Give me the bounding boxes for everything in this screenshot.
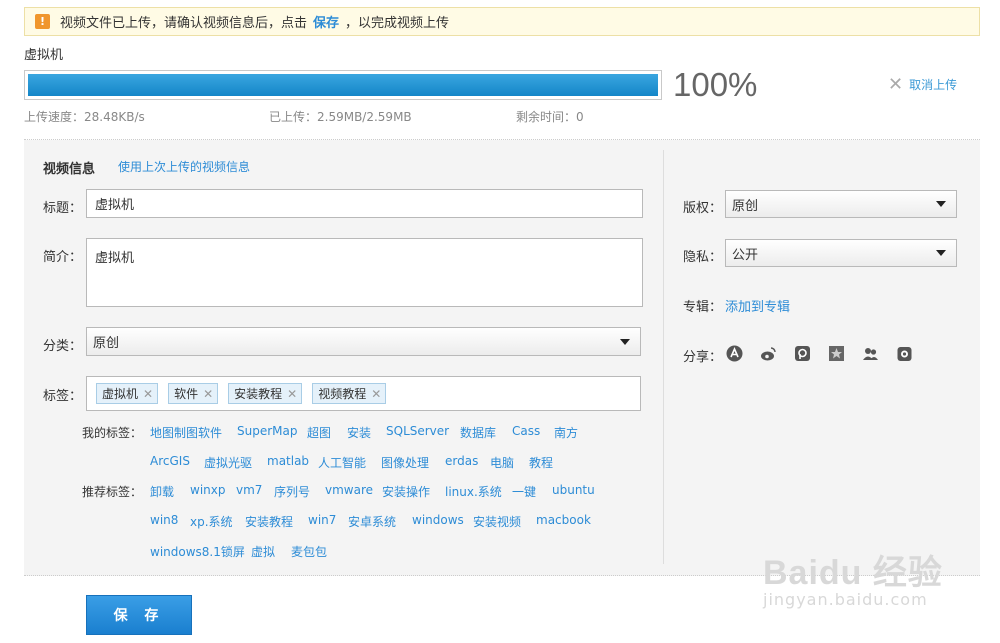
privacy-select[interactable]: 公开 <box>725 239 957 267</box>
my-tag-link[interactable]: erdas <box>445 454 478 468</box>
uploaded-size: 已上传：2.59MB/2.59MB <box>269 110 412 124</box>
recommended-tag-link[interactable]: winxp <box>190 483 225 497</box>
weibo-icon[interactable] <box>760 345 777 362</box>
tag-chip: 软件 ✕ <box>168 383 219 404</box>
file-name: 虚拟机 <box>24 48 64 63</box>
tags-label: 标签： <box>43 389 83 404</box>
recommended-tag-link[interactable]: windows8.1锁屏 <box>150 543 245 560</box>
copyright-value: 原创 <box>732 198 759 214</box>
notice-bar: ! 视频文件已上传，请确认视频信息后，点击 保存 ，以完成视频上传 <box>24 7 980 36</box>
upload-speed: 上传速度：28.48KB/s <box>24 110 145 124</box>
share-site-icon[interactable] <box>726 345 743 362</box>
recommended-tag-link[interactable]: macbook <box>536 513 591 527</box>
my-tag-link[interactable]: 安装 <box>347 424 371 441</box>
cancel-upload-label: 取消上传 <box>909 78 958 92</box>
recommended-tag-link[interactable]: 虚拟 <box>251 543 275 560</box>
my-tag-link[interactable]: 数据库 <box>460 424 496 441</box>
recommended-tag-link[interactable]: 安装教程 <box>245 513 293 530</box>
pengyou-icon[interactable] <box>794 345 811 362</box>
remove-tag-icon[interactable]: ✕ <box>371 387 381 401</box>
chevron-down-icon <box>936 250 946 256</box>
kaixin-icon[interactable] <box>896 345 913 362</box>
warning-icon: ! <box>35 14 50 29</box>
my-tag-link[interactable]: SQLServer <box>386 424 449 438</box>
progress-bar <box>24 70 662 100</box>
recommended-tag-link[interactable]: 安装操作 <box>382 483 430 500</box>
privacy-label: 隐私： <box>683 250 723 265</box>
my-tag-link[interactable]: 南方 <box>554 424 578 441</box>
copyright-label: 版权： <box>683 201 723 216</box>
recommended-tag-link[interactable]: 序列号 <box>274 483 310 500</box>
my-tag-link[interactable]: matlab <box>267 454 309 468</box>
recommended-tag-link[interactable]: 麦包包 <box>291 543 327 560</box>
my-tag-link[interactable]: 图像处理 <box>381 454 429 471</box>
my-tag-link[interactable]: 教程 <box>529 454 553 471</box>
cancel-upload-button[interactable]: ✕ 取消上传 <box>888 73 958 95</box>
album-label: 专辑： <box>683 300 723 315</box>
my-tags-label: 我的标签： <box>82 426 143 440</box>
recommended-tag-link[interactable]: win7 <box>308 513 336 527</box>
remaining-time: 剩余时间：0 <box>516 110 584 124</box>
category-label: 分类： <box>43 339 83 354</box>
tag-chip: 视频教程 ✕ <box>312 383 387 404</box>
recommended-tag-link[interactable]: 安装视频 <box>473 513 521 530</box>
notice-text: 视频文件已上传，请确认视频信息后，点击 保存 ，以完成视频上传 <box>60 16 450 31</box>
baidu-jingyan-watermark: Baidu 经验 jingyan.baidu.com <box>763 545 943 609</box>
privacy-value: 公开 <box>732 247 759 263</box>
title-input[interactable]: 虚拟机 <box>86 189 643 218</box>
recommended-tag-link[interactable]: ubuntu <box>552 483 595 497</box>
save-button[interactable]: 保 存 <box>86 595 192 635</box>
use-last-info-link[interactable]: 使用上次上传的视频信息 <box>118 158 250 175</box>
progress-percent: 100% <box>673 66 758 103</box>
my-tag-link[interactable]: 虚拟光驱 <box>204 454 252 471</box>
recommended-tag-link[interactable]: linux.系统 <box>445 483 502 500</box>
watermark-url: jingyan.baidu.com <box>763 590 928 609</box>
category-select[interactable]: 原创 <box>86 327 641 356</box>
qzone-icon[interactable] <box>828 345 845 362</box>
my-tag-link[interactable]: 超图 <box>307 424 331 441</box>
add-to-album-link[interactable]: 添加到专辑 <box>725 296 790 315</box>
remove-tag-icon[interactable]: ✕ <box>203 387 213 401</box>
recommended-tag-link[interactable]: xp.系统 <box>190 513 233 530</box>
copyright-select[interactable]: 原创 <box>725 190 957 218</box>
share-icons <box>726 345 913 362</box>
renren-icon[interactable] <box>862 345 879 362</box>
my-tag-link[interactable]: ArcGIS <box>150 454 190 468</box>
tag-chip: 虚拟机 ✕ <box>96 383 159 404</box>
remove-tag-icon[interactable]: ✕ <box>287 387 297 401</box>
my-tag-link[interactable]: 地图制图软件 <box>150 424 222 441</box>
notice-save-link[interactable]: 保存 <box>313 16 339 31</box>
recommended-tag-link[interactable]: 安卓系统 <box>348 513 396 530</box>
progress-bar-fill <box>28 74 658 96</box>
intro-textarea[interactable]: 虚拟机 <box>86 238 643 307</box>
chevron-down-icon <box>936 201 946 207</box>
watermark-brand: Baidu 经验 <box>763 554 943 592</box>
tag-chip: 安装教程 ✕ <box>228 383 303 404</box>
my-tag-link[interactable]: SuperMap <box>237 424 297 438</box>
close-icon: ✕ <box>888 73 904 95</box>
recommended-tag-link[interactable]: windows <box>412 513 464 527</box>
my-tag-link[interactable]: Cass <box>512 424 540 438</box>
title-label: 标题： <box>43 201 83 216</box>
category-value: 原创 <box>93 336 120 351</box>
my-tag-link[interactable]: 电脑 <box>490 454 514 471</box>
section-title: 视频信息 <box>43 162 96 177</box>
tags-input[interactable]: 虚拟机 ✕ 软件 ✕ 安装教程 ✕ 视频教程 ✕ <box>86 376 641 411</box>
share-label: 分享： <box>683 350 723 365</box>
recommended-tag-link[interactable]: win8 <box>150 513 178 527</box>
recommended-tags-label: 推荐标签： <box>82 485 143 499</box>
intro-label: 简介： <box>43 250 83 265</box>
my-tag-link[interactable]: 人工智能 <box>318 454 366 471</box>
panel-divider <box>663 150 664 564</box>
recommended-tag-link[interactable]: vm7 <box>236 483 262 497</box>
recommended-tag-link[interactable]: 一键 <box>512 483 536 500</box>
recommended-tag-link[interactable]: vmware <box>325 483 373 497</box>
remove-tag-icon[interactable]: ✕ <box>143 387 153 401</box>
recommended-tag-link[interactable]: 卸载 <box>150 483 174 500</box>
chevron-down-icon <box>620 338 630 345</box>
